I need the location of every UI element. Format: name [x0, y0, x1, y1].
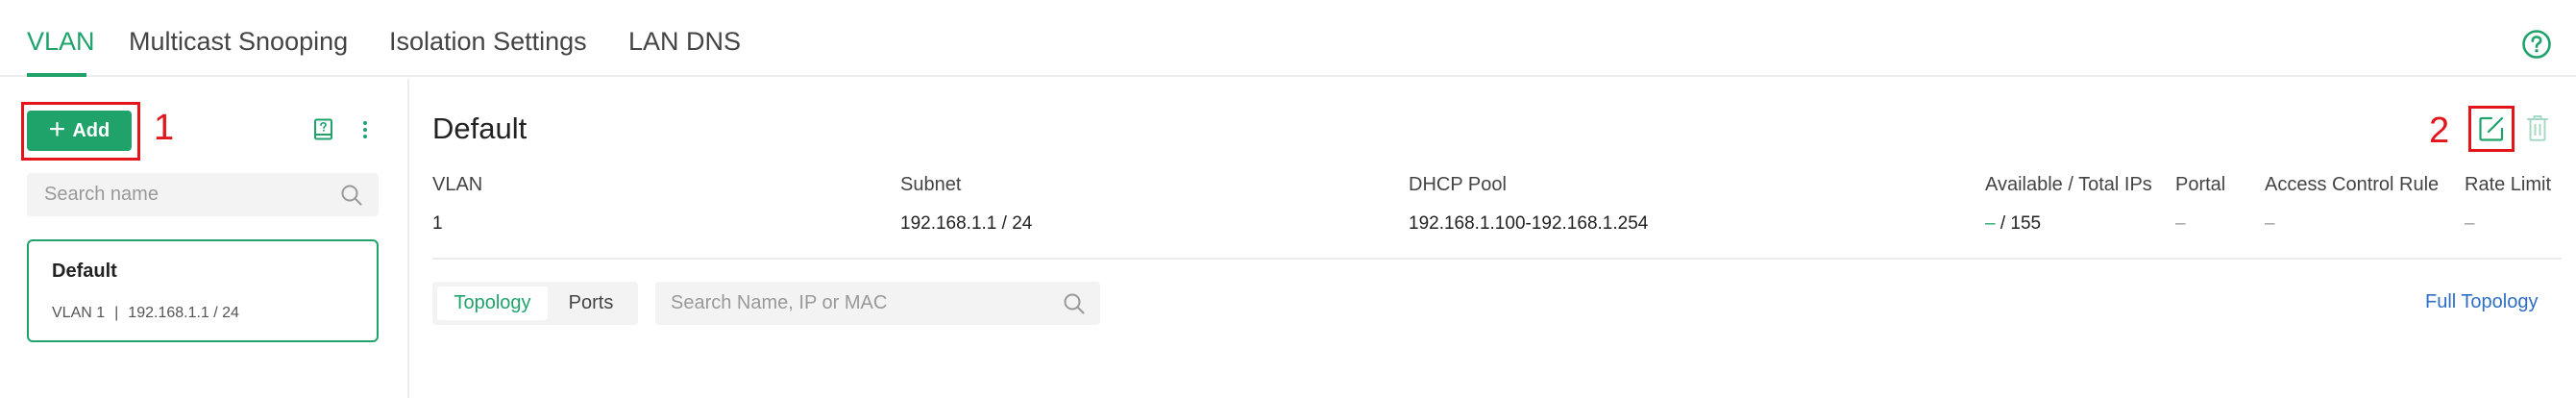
annotation-number-1: 1	[154, 108, 175, 148]
vlan-search-box	[27, 173, 379, 216]
value-subnet: 192.168.1.1 / 24	[900, 213, 1033, 234]
value-total-ips: / 155	[1995, 213, 2042, 234]
column-header-vlan: VLAN	[432, 174, 483, 195]
annotation-number-2: 2	[2429, 111, 2450, 151]
divider	[432, 258, 2562, 260]
search-icon[interactable]	[340, 184, 363, 207]
value-vlan: 1	[432, 213, 443, 234]
top-tabs: VLAN Multicast Snooping Isolation Settin…	[0, 0, 2576, 77]
value-access-control-rule: –	[2265, 213, 2275, 234]
column-header-dhcp-pool: DHCP Pool	[1409, 174, 1507, 195]
column-header-rate-limit: Rate Limit	[2465, 174, 2552, 195]
value-portal: –	[2175, 213, 2186, 234]
vlan-card-name: Default	[52, 261, 117, 282]
edit-icon[interactable]	[2478, 115, 2505, 142]
vlan-card-separator: |	[114, 305, 119, 321]
more-icon[interactable]	[359, 118, 371, 141]
vlan-detail-title: Default	[432, 112, 527, 145]
annotation-box-1	[21, 102, 140, 161]
column-header-portal: Portal	[2175, 174, 2226, 195]
tab-isolation-settings[interactable]: Isolation Settings	[389, 27, 587, 57]
column-header-available-total-ips: Available / Total IPs	[1985, 174, 2152, 195]
vlan-card-default[interactable]: Default VLAN 1 | 192.168.1.1 / 24	[27, 239, 379, 342]
search-icon[interactable]	[1063, 292, 1086, 315]
book-icon[interactable]	[313, 118, 334, 141]
value-available-total-ips: – / 155	[1985, 213, 2041, 235]
value-dhcp-pool: 192.168.1.100-192.168.1.254	[1409, 213, 1649, 234]
vlan-card-id: VLAN 1	[52, 305, 106, 321]
value-available-ips[interactable]: –	[1985, 213, 1996, 234]
tab-ports[interactable]: Ports	[548, 286, 634, 320]
vlan-card-details: VLAN 1 | 192.168.1.1 / 24	[52, 305, 239, 322]
value-rate-limit: –	[2465, 213, 2475, 234]
active-tab-indicator	[27, 73, 86, 77]
client-search-input[interactable]	[671, 282, 1055, 325]
vlan-search-input[interactable]	[44, 173, 332, 216]
vlan-card-subnet: 192.168.1.1 / 24	[128, 305, 239, 321]
client-search-box	[655, 282, 1100, 325]
tab-lan-dns[interactable]: LAN DNS	[628, 27, 741, 57]
tab-vlan[interactable]: VLAN	[27, 27, 95, 57]
column-header-subnet: Subnet	[900, 174, 962, 195]
tab-multicast-snooping[interactable]: Multicast Snooping	[129, 27, 348, 57]
help-icon[interactable]	[2521, 29, 2552, 60]
delete-icon[interactable]	[2526, 113, 2549, 142]
full-topology-link[interactable]: Full Topology	[2425, 291, 2538, 313]
column-header-access-control-rule: Access Control Rule	[2265, 174, 2440, 195]
tab-topology[interactable]: Topology	[437, 286, 548, 320]
view-switcher: Topology Ports	[432, 282, 638, 325]
